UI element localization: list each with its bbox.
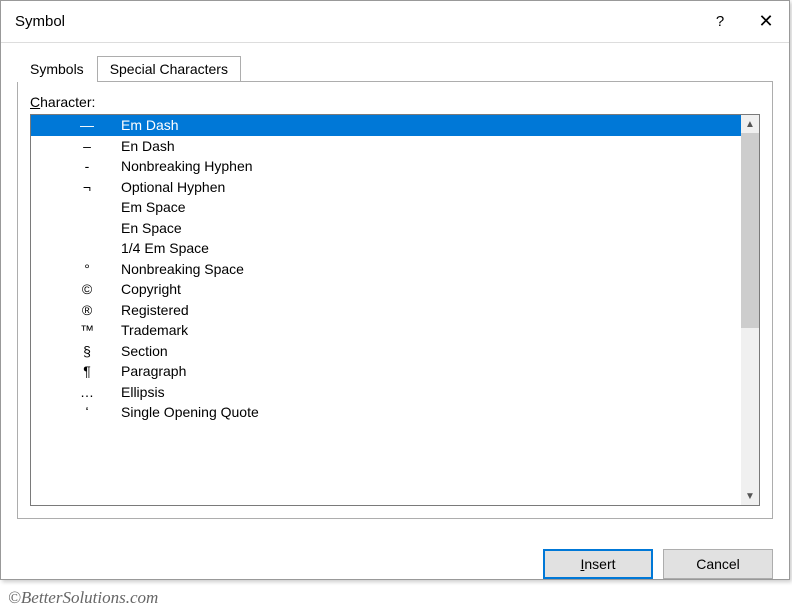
list-item-symbol: ®	[53, 302, 121, 318]
insert-button[interactable]: Insert	[543, 549, 653, 579]
list-item-name: Single Opening Quote	[121, 404, 741, 420]
list-item[interactable]: ©Copyright	[31, 279, 741, 300]
list-item[interactable]: -Nonbreaking Hyphen	[31, 156, 741, 177]
titlebar: Symbol ? ✕	[1, 1, 789, 43]
list-item-name: 1/4 Em Space	[121, 240, 741, 256]
character-label: Character:	[30, 94, 760, 110]
character-listbox[interactable]: —Em Dash–En Dash-Nonbreaking Hyphen¬Opti…	[31, 115, 741, 505]
list-item-name: Optional Hyphen	[121, 179, 741, 195]
list-item-symbol: —	[53, 117, 121, 133]
cancel-button[interactable]: Cancel	[663, 549, 773, 579]
list-item-symbol: -	[53, 158, 121, 174]
character-label-text: haracter:	[40, 94, 95, 110]
list-item[interactable]: ¶Paragraph	[31, 361, 741, 382]
list-item[interactable]: Em Space	[31, 197, 741, 218]
list-item-symbol: ʻ	[53, 404, 121, 420]
list-item[interactable]: ®Registered	[31, 300, 741, 321]
list-item-name: Trademark	[121, 322, 741, 338]
tab-panel-special: Character: —Em Dash–En Dash-Nonbreaking …	[17, 81, 773, 519]
list-item-symbol: ¬	[53, 179, 121, 195]
symbol-dialog: Symbol ? ✕ Symbols Special Characters Ch…	[0, 0, 790, 580]
list-item[interactable]: 1/4 Em Space	[31, 238, 741, 259]
list-item-symbol: ¶	[53, 363, 121, 379]
list-item[interactable]: °Nonbreaking Space	[31, 259, 741, 280]
tab-row: Symbols Special Characters	[17, 53, 773, 81]
list-item-name: Nonbreaking Hyphen	[121, 158, 741, 174]
list-item[interactable]: ʻSingle Opening Quote	[31, 402, 741, 423]
list-item-name: Paragraph	[121, 363, 741, 379]
tab-symbols[interactable]: Symbols	[17, 56, 97, 82]
close-button[interactable]: ✕	[743, 1, 789, 43]
list-item-symbol: ™	[53, 322, 121, 338]
character-label-accel: C	[30, 94, 40, 110]
list-item-symbol: §	[53, 343, 121, 359]
button-row: Insert Cancel	[1, 535, 789, 579]
dialog-body: Symbols Special Characters Character: —E…	[1, 43, 789, 535]
list-item[interactable]: —Em Dash	[31, 115, 741, 136]
window-title: Symbol	[15, 13, 697, 30]
list-item-name: Nonbreaking Space	[121, 261, 741, 277]
list-item[interactable]: ™Trademark	[31, 320, 741, 341]
scroll-down-button[interactable]: ▼	[741, 487, 759, 505]
help-button[interactable]: ?	[697, 1, 743, 43]
list-item[interactable]: §Section	[31, 341, 741, 362]
list-item-name: Em Dash	[121, 117, 741, 133]
list-item-symbol: ©	[53, 281, 121, 297]
list-item[interactable]: …Ellipsis	[31, 382, 741, 403]
list-item-name: En Dash	[121, 138, 741, 154]
list-item[interactable]: –En Dash	[31, 136, 741, 157]
scroll-track[interactable]	[741, 133, 759, 487]
list-item-name: Em Space	[121, 199, 741, 215]
list-item-name: Section	[121, 343, 741, 359]
list-item-name: Registered	[121, 302, 741, 318]
scrollbar[interactable]: ▲ ▼	[741, 115, 759, 505]
list-item[interactable]: En Space	[31, 218, 741, 239]
list-item-name: Ellipsis	[121, 384, 741, 400]
insert-label: nsert	[584, 556, 615, 572]
character-listbox-container: —Em Dash–En Dash-Nonbreaking Hyphen¬Opti…	[30, 114, 760, 506]
list-item[interactable]: ¬Optional Hyphen	[31, 177, 741, 198]
list-item-symbol: …	[53, 384, 121, 400]
list-item-name: Copyright	[121, 281, 741, 297]
tab-special-characters[interactable]: Special Characters	[97, 56, 241, 82]
scroll-thumb[interactable]	[741, 133, 759, 328]
watermark: ©BetterSolutions.com	[8, 588, 158, 608]
list-item-symbol: °	[53, 261, 121, 277]
list-item-symbol: –	[53, 138, 121, 154]
scroll-up-button[interactable]: ▲	[741, 115, 759, 133]
list-item-name: En Space	[121, 220, 741, 236]
